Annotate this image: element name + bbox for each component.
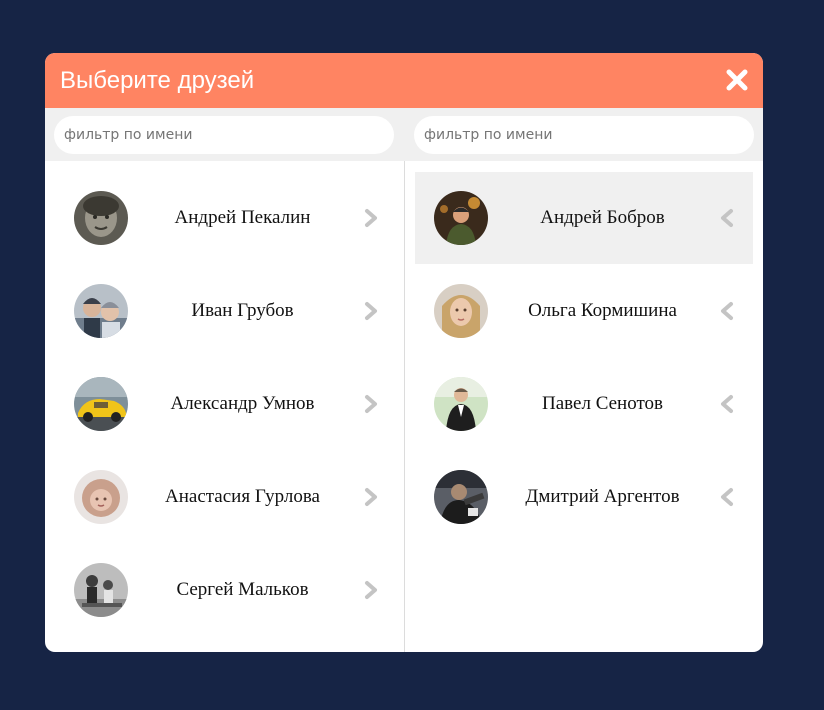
chevron-right-icon[interactable] (364, 208, 378, 228)
chevron-right-icon[interactable] (364, 487, 378, 507)
avatar (74, 470, 128, 524)
dialog-header: Выберите друзей (45, 53, 763, 108)
right-name-filter-input[interactable] (414, 116, 754, 154)
left-name-filter-input[interactable] (54, 116, 394, 154)
available-friends-list: Андрей Пекалин Иван Грубов Александр Умн… (55, 172, 393, 637)
close-icon (726, 69, 748, 91)
friend-item-available[interactable]: Иван Грубов (55, 265, 393, 357)
friend-name: Сергей Мальков (176, 579, 309, 600)
avatar (74, 284, 128, 338)
filter-bar (45, 108, 763, 161)
friend-item-selected[interactable]: Ольга Кормишина (415, 265, 753, 357)
chevron-right-icon[interactable] (364, 394, 378, 414)
avatar (74, 377, 128, 431)
friend-name: Анастасия Гурлова (165, 486, 320, 507)
chevron-right-icon[interactable] (364, 301, 378, 321)
avatar (434, 377, 488, 431)
dialog-title: Выберите друзей (60, 67, 255, 94)
chevron-left-icon[interactable] (720, 301, 734, 321)
close-button[interactable] (725, 68, 749, 92)
friend-name: Павел Сенотов (542, 393, 663, 414)
avatar (434, 191, 488, 245)
friend-name: Иван Грубов (191, 300, 294, 321)
selected-friends-list: Андрей Бобров Ольга Кормишина Павел Сено… (415, 172, 753, 544)
friend-item-available[interactable]: Андрей Пекалин (55, 172, 393, 264)
friend-name: Андрей Бобров (540, 207, 665, 228)
friend-item-selected[interactable]: Павел Сенотов (415, 358, 753, 450)
friend-item-selected[interactable]: Дмитрий Аргентов (415, 451, 753, 543)
friend-name: Дмитрий Аргентов (525, 486, 680, 507)
friend-name: Андрей Пекалин (174, 207, 311, 228)
chevron-left-icon[interactable] (720, 208, 734, 228)
friend-item-available[interactable]: Анастасия Гурлова (55, 451, 393, 543)
friend-item-available[interactable]: Александр Умнов (55, 358, 393, 450)
column-divider (404, 161, 405, 652)
avatar (434, 470, 488, 524)
avatar (434, 284, 488, 338)
chevron-right-icon[interactable] (364, 580, 378, 600)
chevron-left-icon[interactable] (720, 487, 734, 507)
avatar (74, 563, 128, 617)
friend-item-selected[interactable]: Андрей Бобров (415, 172, 753, 264)
friend-name: Ольга Кормишина (528, 300, 677, 321)
friend-name: Александр Умнов (170, 393, 315, 414)
chevron-left-icon[interactable] (720, 394, 734, 414)
avatar (74, 191, 128, 245)
select-friends-dialog: Выберите друзей Андрей Пек (45, 53, 763, 652)
friend-item-available[interactable]: Сергей Мальков (55, 544, 393, 636)
